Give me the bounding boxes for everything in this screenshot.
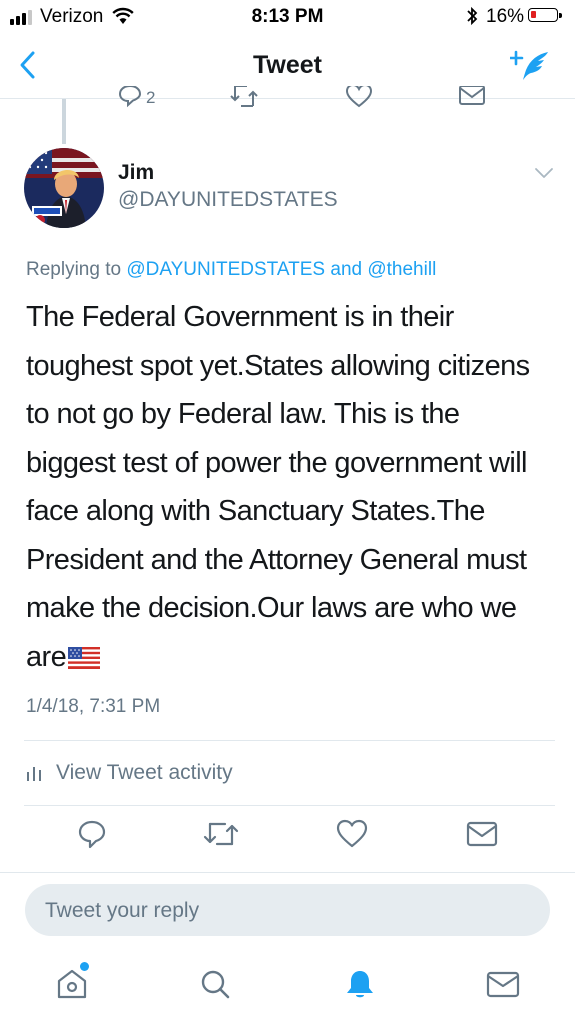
reply-mention-link[interactable]: @DAYUNITEDSTATES bbox=[126, 259, 325, 280]
retweet-icon[interactable] bbox=[230, 86, 258, 108]
tweet-actions bbox=[0, 818, 575, 858]
like-icon[interactable] bbox=[346, 86, 372, 108]
us-flag-emoji bbox=[68, 646, 101, 669]
view-tweet-activity[interactable]: View Tweet activity bbox=[26, 761, 233, 785]
previous-tweet-actions: 2 bbox=[0, 86, 575, 116]
page-title: Tweet bbox=[253, 51, 322, 79]
replying-prefix: Replying to bbox=[26, 259, 127, 280]
activity-label: View Tweet activity bbox=[56, 761, 233, 784]
like-icon[interactable] bbox=[336, 818, 368, 850]
avatar-image bbox=[24, 148, 104, 228]
tweet-body: The Federal Government is in their tough… bbox=[26, 301, 530, 673]
reply-placeholder: Tweet your reply bbox=[45, 899, 200, 922]
messages-icon[interactable] bbox=[486, 967, 520, 1001]
tweet-text: The Federal Government is in their tough… bbox=[26, 293, 556, 681]
reply-mention-link[interactable]: @thehill bbox=[367, 259, 436, 280]
author-handle[interactable]: @DAYUNITEDSTATES bbox=[118, 188, 338, 212]
author-name[interactable]: Jim bbox=[118, 161, 154, 185]
avatar[interactable] bbox=[24, 148, 104, 228]
divider bbox=[0, 872, 575, 873]
replying-to: Replying to @DAYUNITEDSTATES and @thehil… bbox=[26, 259, 436, 281]
home-icon[interactable] bbox=[55, 967, 89, 1001]
battery-percent: 16% bbox=[486, 6, 525, 27]
status-bar: Verizon 8:13 PM 16% bbox=[0, 0, 575, 34]
analytics-icon bbox=[27, 767, 41, 781]
reply-count: 2 bbox=[146, 88, 156, 107]
notifications-icon[interactable] bbox=[343, 967, 377, 1001]
share-icon[interactable] bbox=[466, 818, 498, 850]
divider bbox=[24, 805, 555, 806]
bluetooth-icon bbox=[467, 6, 478, 26]
compose-tweet-icon[interactable] bbox=[510, 48, 552, 84]
search-icon[interactable] bbox=[198, 967, 232, 1001]
tab-bar bbox=[0, 945, 575, 1024]
share-icon[interactable] bbox=[459, 86, 485, 108]
new-content-dot bbox=[80, 962, 89, 971]
reply-icon[interactable] bbox=[118, 86, 142, 108]
reply-icon[interactable] bbox=[77, 818, 107, 850]
reply-input[interactable]: Tweet your reply bbox=[25, 884, 550, 936]
battery-icon bbox=[528, 8, 558, 22]
tweet-timestamp: 1/4/18, 7:31 PM bbox=[26, 696, 161, 717]
divider bbox=[24, 740, 555, 741]
battery-nub bbox=[559, 13, 562, 18]
replying-and: and bbox=[325, 259, 368, 280]
retweet-icon[interactable] bbox=[203, 818, 239, 850]
chevron-down-icon[interactable] bbox=[534, 166, 554, 180]
